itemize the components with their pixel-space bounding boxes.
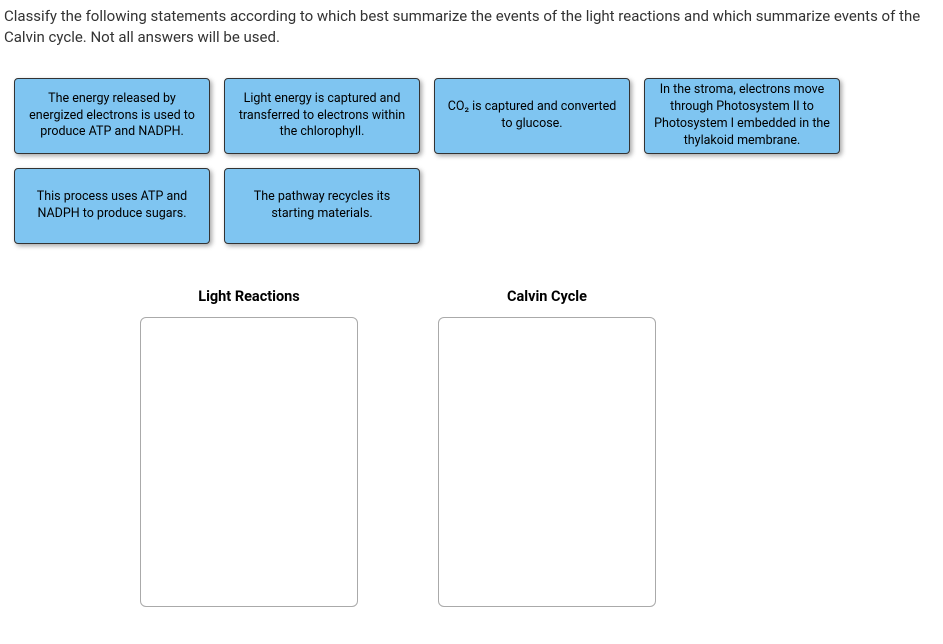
card-co2-captured[interactable]: CO₂ is captured and converted to glucose…	[434, 78, 630, 154]
light-reactions-title: Light Reactions	[198, 288, 300, 305]
card-uses-atp-nadph[interactable]: This process uses ATP and NADPH to produ…	[14, 168, 210, 244]
light-reactions-column: Light Reactions	[140, 288, 358, 607]
card-stroma-electrons[interactable]: In the stroma, electrons move through Ph…	[644, 78, 840, 154]
card-row-2: This process uses ATP and NADPH to produ…	[14, 168, 929, 244]
light-reactions-dropzone[interactable]	[140, 317, 358, 607]
calvin-cycle-title: Calvin Cycle	[507, 288, 587, 305]
draggable-cards-area: The energy released by energized electro…	[0, 68, 943, 244]
card-energy-released[interactable]: The energy released by energized electro…	[14, 78, 210, 154]
calvin-cycle-column: Calvin Cycle	[438, 288, 656, 607]
card-light-energy[interactable]: Light energy is captured and transferred…	[224, 78, 420, 154]
card-row-1: The energy released by energized electro…	[14, 78, 929, 154]
calvin-cycle-dropzone[interactable]	[438, 317, 656, 607]
question-prompt: Classify the following statements accord…	[0, 0, 943, 68]
card-recycles-materials[interactable]: The pathway recycles its starting materi…	[224, 168, 420, 244]
drop-zones-container: Light Reactions Calvin Cycle	[0, 258, 943, 607]
